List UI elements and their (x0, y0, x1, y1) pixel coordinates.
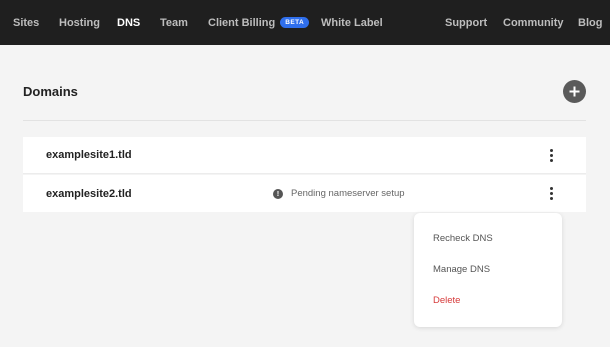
domain-name: examplesite2.tld (46, 187, 132, 200)
exclamation-icon: ! (273, 188, 283, 199)
beta-badge: BETA (280, 17, 310, 28)
nav-support[interactable]: Support (445, 0, 487, 45)
page-title: Domains (23, 84, 78, 99)
menu-item-recheck-dns[interactable]: Recheck DNS (433, 233, 493, 244)
divider (23, 120, 586, 121)
plus-icon (569, 86, 580, 97)
nav-community[interactable]: Community (503, 0, 564, 45)
add-domain-button[interactable] (563, 80, 586, 103)
domain-status: ! Pending nameserver setup (273, 188, 405, 199)
status-text: Pending nameserver setup (291, 188, 405, 199)
menu-item-delete[interactable]: Delete (433, 295, 460, 306)
nav-client-billing-label: Client Billing (208, 16, 276, 29)
nav-dns[interactable]: DNS (117, 0, 140, 45)
domain-row[interactable]: examplesite1.tld (23, 137, 586, 174)
nav-sites[interactable]: Sites (13, 0, 39, 45)
domain-context-menu: Recheck DNS Manage DNS Delete (414, 213, 562, 327)
top-navigation: Sites Hosting DNS Team Client Billing BE… (0, 0, 610, 45)
menu-item-manage-dns[interactable]: Manage DNS (433, 264, 490, 275)
nav-blog[interactable]: Blog (578, 0, 602, 45)
nav-client-billing[interactable]: Client Billing BETA (208, 0, 310, 45)
more-options-icon[interactable] (543, 185, 559, 202)
more-options-icon[interactable] (543, 147, 559, 164)
domain-name: examplesite1.tld (46, 149, 132, 161)
nav-hosting[interactable]: Hosting (59, 0, 100, 45)
domain-row[interactable]: examplesite2.tld ! Pending nameserver se… (23, 175, 586, 212)
nav-white-label[interactable]: White Label (321, 0, 383, 45)
nav-team[interactable]: Team (160, 0, 188, 45)
